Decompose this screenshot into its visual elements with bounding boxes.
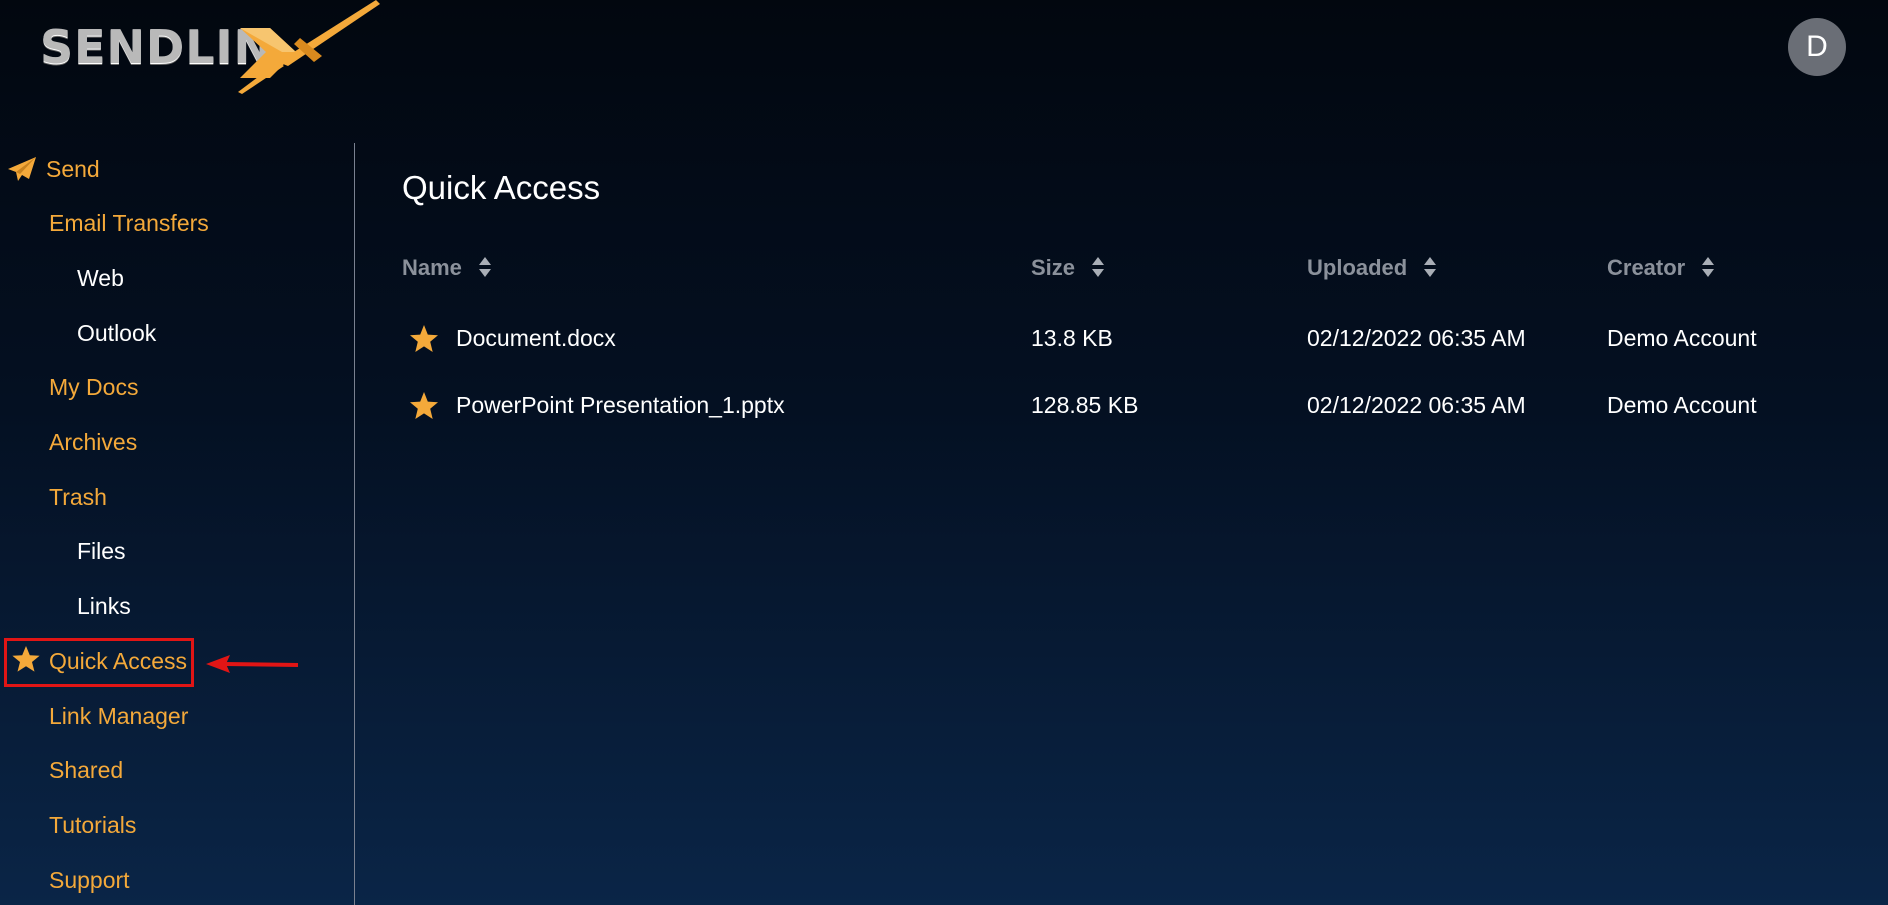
page-title: Quick Access <box>402 169 601 206</box>
sort-icon <box>479 257 492 278</box>
sort-icon <box>1092 257 1105 278</box>
column-header-name[interactable]: Name <box>402 254 492 282</box>
file-uploaded: 02/12/2022 06:35 AM <box>1307 392 1526 418</box>
sort-icon <box>1424 257 1437 278</box>
sidebar-item-files[interactable]: Files <box>77 537 126 565</box>
sidebar-item-links[interactable]: Links <box>77 592 131 620</box>
sidebar-item-trash[interactable]: Trash <box>49 483 107 511</box>
file-name[interactable]: PowerPoint Presentation_1.pptx <box>456 391 785 419</box>
sidebar-item-archives[interactable]: Archives <box>49 428 137 456</box>
sidebar-nav: Send Email Transfers Web Outlook My Docs… <box>0 143 355 905</box>
column-header-uploaded[interactable]: Uploaded <box>1307 254 1437 282</box>
sidebar-item-shared[interactable]: Shared <box>49 756 123 784</box>
file-creator: Demo Account <box>1607 325 1757 351</box>
sort-icon <box>1702 257 1715 278</box>
sidebar-item-my-docs[interactable]: My Docs <box>49 373 138 401</box>
paper-plane-icon <box>8 157 36 181</box>
file-size: 128.85 KB <box>1031 392 1139 418</box>
sidebar-item-outlook[interactable]: Outlook <box>77 319 156 347</box>
file-name[interactable]: Document.docx <box>456 324 616 352</box>
sidebar-item-link-manager[interactable]: Link Manager <box>49 702 188 730</box>
file-size: 13.8 KB <box>1031 325 1113 351</box>
column-header-uploaded-label: Uploaded <box>1307 255 1408 280</box>
sidebar-item-send[interactable]: Send <box>46 155 100 183</box>
annotation-arrow <box>206 655 299 673</box>
sidebar-item-support[interactable]: Support <box>49 866 130 894</box>
column-header-size-label: Size <box>1031 255 1076 280</box>
column-header-size[interactable]: Size <box>1031 254 1105 282</box>
file-creator: Demo Account <box>1607 392 1757 418</box>
brand-logo-x-mark <box>238 0 380 94</box>
sidebar-item-web[interactable]: Web <box>77 264 124 292</box>
star-icon[interactable] <box>409 391 439 421</box>
brand-logo[interactable]: SENDLIN <box>40 0 390 96</box>
column-header-creator-label: Creator <box>1607 255 1686 280</box>
column-header-name-label: Name <box>402 255 462 280</box>
annotation-highlight-box <box>4 638 194 687</box>
user-avatar[interactable]: D <box>1788 18 1846 76</box>
sidebar-item-tutorials[interactable]: Tutorials <box>49 811 136 839</box>
sidebar-item-email-transfers[interactable]: Email Transfers <box>49 209 209 237</box>
star-icon[interactable] <box>409 324 439 354</box>
file-uploaded: 02/12/2022 06:35 AM <box>1307 325 1526 351</box>
column-header-creator[interactable]: Creator <box>1607 254 1715 282</box>
